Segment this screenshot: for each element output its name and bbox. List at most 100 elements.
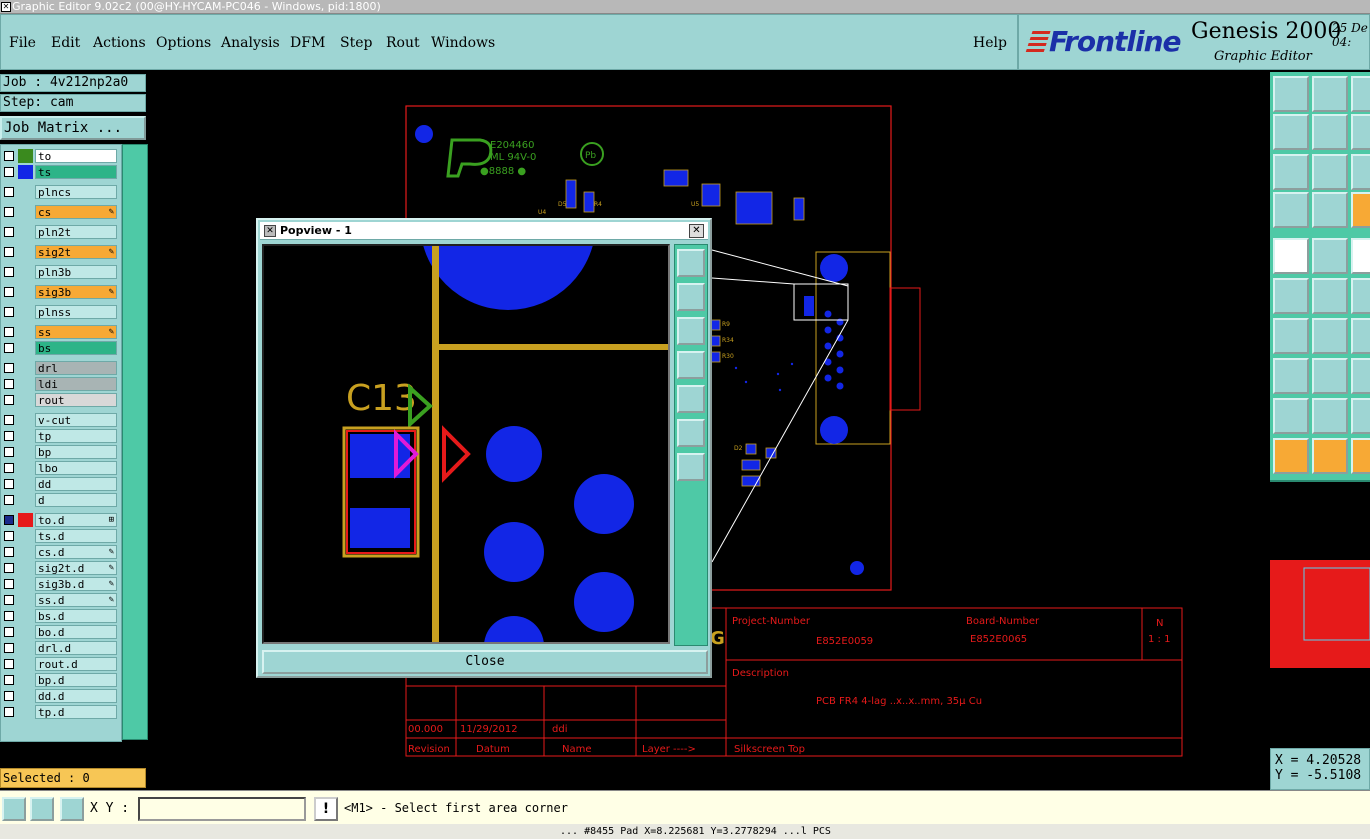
layer-name[interactable]: sig2t.d ✎	[35, 561, 117, 575]
layer-name[interactable]: cs.d ✎	[35, 545, 117, 559]
layer-checkbox[interactable]	[4, 595, 14, 605]
layer-row[interactable]: sig3b ✎	[1, 285, 123, 299]
job-matrix-button[interactable]: Job Matrix ...	[0, 116, 146, 140]
layer-name[interactable]: sig3b.d ✎	[35, 577, 117, 591]
layer-row[interactable]: ldi	[1, 377, 123, 391]
layer-row[interactable]: plncs	[1, 185, 123, 199]
menu-options[interactable]: Options	[156, 35, 211, 51]
layer-checkbox[interactable]	[4, 659, 14, 669]
layer-row[interactable]: to.d ⊞	[1, 513, 123, 527]
layer-name[interactable]: cs ✎	[35, 205, 117, 219]
menu-file[interactable]: File	[9, 35, 36, 51]
layer-checkbox[interactable]	[4, 287, 14, 297]
layer-row[interactable]: sig2t ✎	[1, 245, 123, 259]
pad-tool-icon[interactable]	[1273, 238, 1309, 274]
pan-right-icon[interactable]	[1312, 114, 1348, 150]
layer-name[interactable]: plnss	[35, 305, 117, 319]
layer-name[interactable]: rout.d	[35, 657, 117, 671]
pan-left-icon[interactable]	[1273, 114, 1309, 150]
snap-icon[interactable]	[1273, 192, 1309, 228]
select-extra-icon[interactable]	[1351, 438, 1370, 474]
layer-name[interactable]: ts.d	[35, 529, 117, 543]
pan-top-icon[interactable]	[1273, 76, 1309, 112]
layer-row[interactable]: tp.d	[1, 705, 123, 719]
layer-name[interactable]: rout	[35, 393, 117, 407]
layer-name[interactable]: bs	[35, 341, 117, 355]
draw-arc-icon[interactable]	[1312, 318, 1348, 354]
line-tool-icon[interactable]	[1312, 238, 1348, 274]
ruler-icon[interactable]	[1351, 238, 1370, 274]
layer-row[interactable]: ss.d ✎	[1, 593, 123, 607]
layer-color-swatch[interactable]	[18, 149, 33, 163]
layer-checkbox[interactable]	[4, 643, 14, 653]
layer-row[interactable]: pln2t	[1, 225, 123, 239]
layer-checkbox[interactable]	[4, 563, 14, 573]
layer-checkbox[interactable]	[4, 611, 14, 621]
menu-actions[interactable]: Actions	[93, 35, 146, 51]
layer-checkbox[interactable]	[4, 363, 14, 373]
layer-row[interactable]: drl	[1, 361, 123, 375]
connect-icon[interactable]	[1273, 278, 1309, 314]
layer-checkbox[interactable]	[4, 547, 14, 557]
layer-name[interactable]: tp	[35, 429, 117, 443]
layer-checkbox[interactable]	[4, 227, 14, 237]
zoom-out-icon[interactable]	[1312, 154, 1348, 190]
layer-row[interactable]: bo.d	[1, 625, 123, 639]
select-arrow-icon[interactable]	[1273, 438, 1309, 474]
layer-row[interactable]: lbo	[1, 461, 123, 475]
layer-checkbox[interactable]	[4, 531, 14, 541]
layer-name[interactable]: bs.d	[35, 609, 117, 623]
layer-name[interactable]: pln3b	[35, 265, 117, 279]
layer-row[interactable]: ss ✎	[1, 325, 123, 339]
zoom-in-icon[interactable]	[1273, 154, 1309, 190]
layer-checkbox[interactable]	[4, 167, 14, 177]
layer-checkbox[interactable]	[4, 707, 14, 717]
triangle-extra-icon[interactable]	[1351, 398, 1370, 434]
pan-left-icon[interactable]	[677, 351, 705, 379]
menu-rout[interactable]: Rout	[386, 35, 420, 51]
layer-checkbox[interactable]	[4, 327, 14, 337]
draw-poly-icon[interactable]	[1351, 318, 1370, 354]
layer-name[interactable]: ts	[35, 165, 117, 179]
grid-icon[interactable]	[1312, 192, 1348, 228]
layer-name[interactable]: ss ✎	[35, 325, 117, 339]
popview-canvas[interactable]: C13	[262, 244, 670, 644]
layer-name[interactable]: lbo	[35, 461, 117, 475]
triangle-icon[interactable]	[1273, 398, 1309, 434]
layer-name[interactable]: ss.d ✎	[35, 593, 117, 607]
layer-checkbox[interactable]	[4, 343, 14, 353]
layer-row[interactable]: rout.d	[1, 657, 123, 671]
layer-row[interactable]: d	[1, 493, 123, 507]
layer-row[interactable]: drl.d	[1, 641, 123, 655]
select-box-icon[interactable]	[1312, 438, 1348, 474]
zoom-ratio-icon[interactable]	[1351, 154, 1370, 190]
layer-name[interactable]: sig2t ✎	[35, 245, 117, 259]
pan-right-icon[interactable]	[677, 385, 705, 413]
menu-help[interactable]: Help	[973, 35, 1007, 51]
layer-checkbox[interactable]	[4, 379, 14, 389]
layer-row[interactable]: pln3b	[1, 265, 123, 279]
pan-extra-icon[interactable]	[1351, 76, 1370, 112]
menu-step[interactable]: Step	[340, 35, 372, 51]
layer-row[interactable]: ts.d	[1, 529, 123, 543]
layer-checkbox[interactable]	[4, 207, 14, 217]
xy-input[interactable]	[138, 797, 306, 821]
node-icon[interactable]	[1351, 278, 1370, 314]
layer-list-scrollbar[interactable]	[122, 144, 148, 740]
grid-snap-icon[interactable]	[60, 797, 84, 821]
layer-row[interactable]: cs ✎	[1, 205, 123, 219]
triangle-alt-icon[interactable]	[1312, 398, 1348, 434]
add-feature-icon[interactable]	[1273, 358, 1309, 394]
layer-name[interactable]: v-cut	[35, 413, 117, 427]
menu-edit[interactable]: Edit	[51, 35, 80, 51]
layer-row[interactable]: ts	[1, 165, 123, 179]
layer-row[interactable]: bs	[1, 341, 123, 355]
layer-color-swatch[interactable]	[18, 165, 33, 179]
layer-checkbox[interactable]	[4, 515, 14, 525]
board-overview[interactable]	[1270, 480, 1370, 748]
layer-name[interactable]: drl	[35, 361, 117, 375]
measure-tool-icon[interactable]	[2, 797, 26, 821]
layer-checkbox[interactable]	[4, 415, 14, 425]
layer-name[interactable]: plncs	[35, 185, 117, 199]
layer-name[interactable]: ldi	[35, 377, 117, 391]
